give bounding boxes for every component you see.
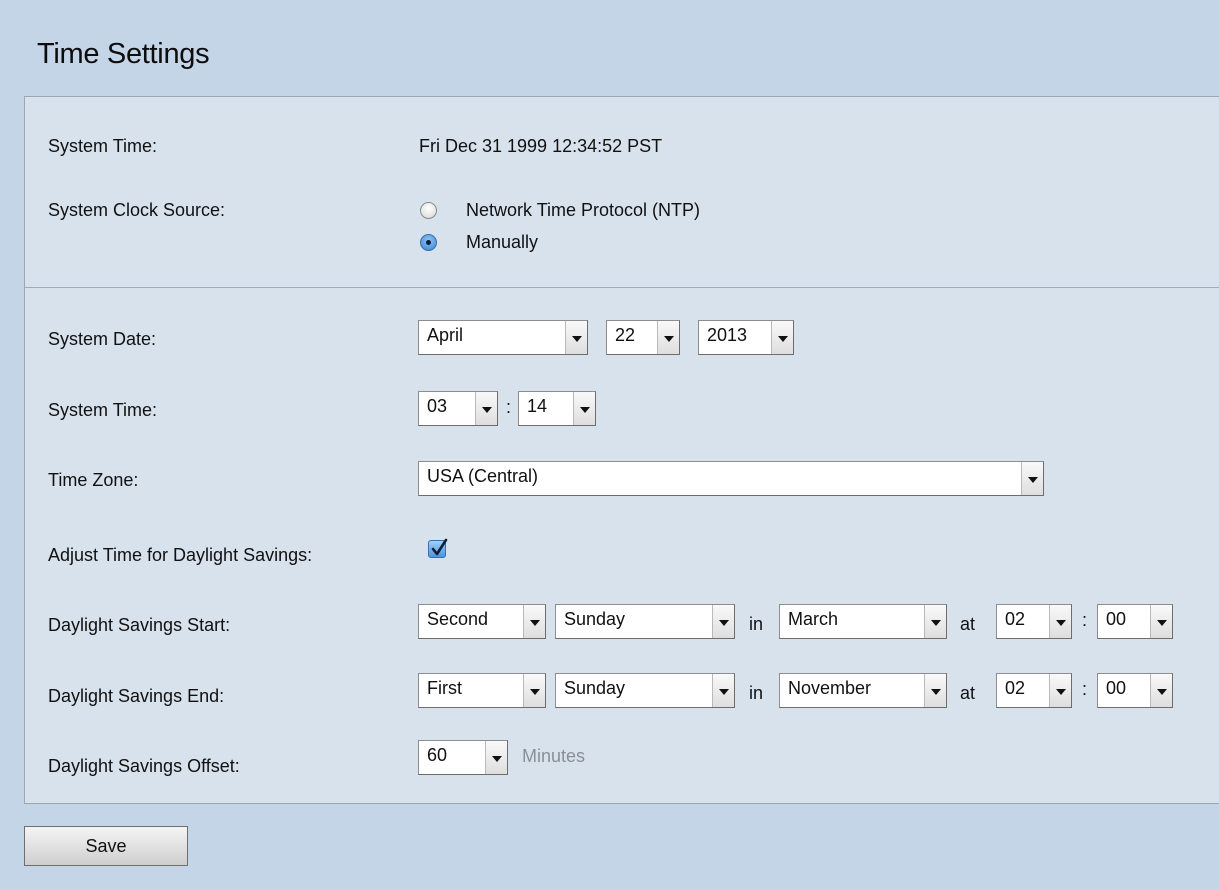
- dst-start-label: Daylight Savings Start:: [48, 615, 231, 635]
- chevron-down-icon: [924, 674, 946, 707]
- chevron-down-icon: [573, 392, 595, 425]
- time-zone-value: USA (Central): [427, 466, 539, 486]
- chevron-down-icon: [1049, 605, 1071, 638]
- chevron-down-icon: [485, 741, 507, 774]
- manually-radio-label[interactable]: Manually: [466, 232, 538, 253]
- dst-start-minute-select[interactable]: 00: [1097, 604, 1173, 639]
- chevron-down-icon: [523, 605, 545, 638]
- dst-offset-label: Daylight Savings Offset:: [48, 756, 240, 776]
- dst-end-label: Daylight Savings End:: [48, 686, 225, 706]
- time-minute-select[interactable]: 14: [518, 391, 596, 426]
- dst-start-weekday-select[interactable]: Sunday: [555, 604, 735, 639]
- dst-start-in-text: in: [749, 614, 764, 634]
- date-day-value: 22: [615, 325, 636, 345]
- dst-end-weekday-select[interactable]: Sunday: [555, 673, 735, 708]
- dst-end-month-select[interactable]: November: [779, 673, 947, 708]
- dst-end-in-text: in: [749, 683, 764, 703]
- chevron-down-icon: [1150, 674, 1172, 707]
- time-separator: :: [506, 397, 512, 417]
- system-time-value: Fri Dec 31 1999 12:34:52 PST: [419, 136, 663, 156]
- date-month-select[interactable]: April: [418, 320, 588, 355]
- chevron-down-icon: [1049, 674, 1071, 707]
- dst-offset-value: 60: [427, 745, 448, 765]
- dst-end-weekday-value: Sunday: [564, 678, 626, 698]
- dst-end-minute-value: 00: [1106, 678, 1127, 698]
- manually-radio[interactable]: [420, 234, 437, 251]
- dst-start-month-value: March: [788, 609, 839, 629]
- dst-start-month-select[interactable]: March: [779, 604, 947, 639]
- dst-start-hour-select[interactable]: 02: [996, 604, 1072, 639]
- time-zone-label: Time Zone:: [48, 470, 139, 490]
- dst-end-minute-select[interactable]: 00: [1097, 673, 1173, 708]
- dst-start-weekday-value: Sunday: [564, 609, 626, 629]
- section-divider: [24, 287, 1219, 288]
- chevron-down-icon: [475, 392, 497, 425]
- time-hour-value: 03: [427, 396, 448, 416]
- chevron-down-icon: [712, 674, 734, 707]
- system-date-label: System Date:: [48, 329, 157, 349]
- chevron-down-icon: [712, 605, 734, 638]
- save-button[interactable]: Save: [24, 826, 188, 866]
- date-year-value: 2013: [707, 325, 748, 345]
- dst-end-separator: :: [1082, 679, 1088, 699]
- date-year-select[interactable]: 2013: [698, 320, 794, 355]
- clock-source-label: System Clock Source:: [48, 200, 226, 220]
- system-time-label: System Time:: [48, 136, 158, 156]
- dst-adjust-label: Adjust Time for Daylight Savings:: [48, 545, 313, 565]
- date-month-value: April: [427, 325, 464, 345]
- ntp-radio-label[interactable]: Network Time Protocol (NTP): [466, 200, 700, 221]
- dst-end-week-select[interactable]: First: [418, 673, 546, 708]
- dst-adjust-checkbox[interactable]: [428, 538, 448, 558]
- dst-end-hour-select[interactable]: 02: [996, 673, 1072, 708]
- dst-end-month-value: November: [788, 678, 872, 698]
- manual-time-label: System Time:: [48, 400, 158, 420]
- dst-start-hour-value: 02: [1005, 609, 1026, 629]
- time-hour-select[interactable]: 03: [418, 391, 498, 426]
- dst-start-week-value: Second: [427, 609, 489, 629]
- dst-end-hour-value: 02: [1005, 678, 1026, 698]
- time-minute-value: 14: [527, 396, 548, 416]
- dst-offset-unit: Minutes: [522, 746, 586, 766]
- ntp-radio[interactable]: [420, 202, 437, 219]
- chevron-down-icon: [924, 605, 946, 638]
- dst-end-at-text: at: [960, 683, 976, 703]
- time-zone-select[interactable]: USA (Central): [418, 461, 1044, 496]
- date-day-select[interactable]: 22: [606, 320, 680, 355]
- page-title: Time Settings: [37, 38, 210, 70]
- time-settings-page: Time Settings System Time: Fri Dec 31 19…: [0, 0, 1219, 889]
- chevron-down-icon: [523, 674, 545, 707]
- chevron-down-icon: [1021, 462, 1043, 495]
- checkmark-icon: [431, 538, 448, 556]
- dst-start-at-text: at: [960, 614, 976, 634]
- dst-start-separator: :: [1082, 610, 1088, 630]
- chevron-down-icon: [771, 321, 793, 354]
- chevron-down-icon: [565, 321, 587, 354]
- dst-start-minute-value: 00: [1106, 609, 1127, 629]
- dst-end-week-value: First: [427, 678, 462, 698]
- chevron-down-icon: [657, 321, 679, 354]
- dst-start-week-select[interactable]: Second: [418, 604, 546, 639]
- chevron-down-icon: [1150, 605, 1172, 638]
- dst-offset-select[interactable]: 60: [418, 740, 508, 775]
